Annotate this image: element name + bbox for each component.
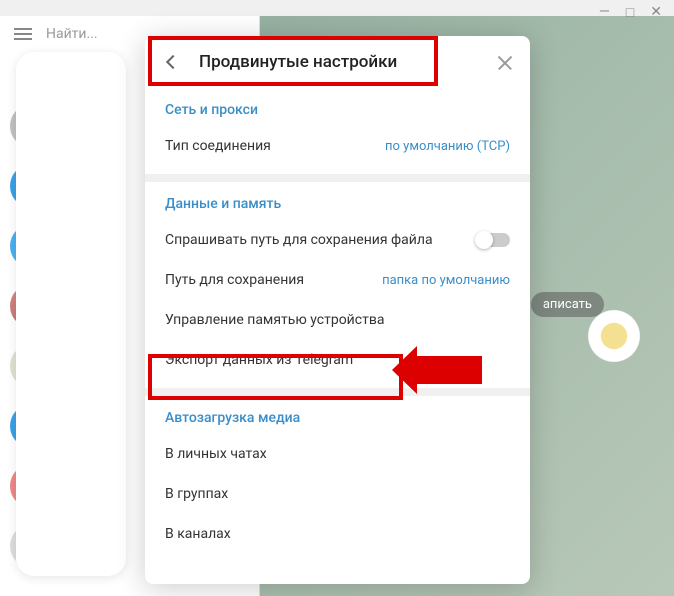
dialog-title: Продвинутые настройки (199, 52, 397, 72)
advanced-settings-dialog: Продвинутые настройки Сеть и прокси Тип … (145, 36, 530, 584)
overlay-card (16, 52, 126, 576)
section-data: Данные и память Спрашивать путь для сохр… (145, 182, 530, 396)
back-button[interactable] (163, 52, 183, 72)
setting-connection-type[interactable]: Тип соединения по умолчанию (TCP) (145, 126, 530, 166)
section-network: Сеть и прокси Тип соединения по умолчани… (145, 88, 530, 182)
section-title-network: Сеть и прокси (145, 88, 530, 126)
setting-label: Тип соединения (165, 138, 271, 154)
hamburger-menu-icon[interactable] (14, 28, 32, 40)
setting-label: В каналах (165, 526, 231, 542)
setting-label: В личных чатах (165, 446, 267, 462)
setting-value: папка по умолчанию (382, 273, 510, 288)
setting-save-path[interactable]: Путь для сохранения папка по умолчанию (145, 260, 530, 300)
setting-private-chats[interactable]: В личных чатах (145, 434, 530, 474)
setting-label: Путь для сохранения (165, 272, 304, 288)
setting-label: Спрашивать путь для сохранения файла (165, 232, 433, 248)
setting-value: по умолчанию (TCP) (385, 139, 510, 154)
setting-groups[interactable]: В группах (145, 474, 530, 514)
window-close[interactable]: ✕ (650, 4, 662, 21)
setting-label: Экспорт данных из Telegram (165, 352, 353, 368)
section-autoload: Автозагрузка медиа В личных чатах В груп… (145, 396, 530, 562)
setting-ask-path[interactable]: Спрашивать путь для сохранения файла (145, 220, 530, 260)
window-maximize[interactable]: □ (626, 4, 634, 21)
close-button[interactable] (496, 54, 514, 72)
back-arrow-icon (166, 55, 180, 69)
setting-memory-management[interactable]: Управление памятью устройства (145, 300, 530, 340)
setting-label: В группах (165, 486, 228, 502)
write-badge[interactable]: аписать (531, 292, 604, 317)
section-title-autoload: Автозагрузка медиа (145, 396, 530, 434)
setting-channels[interactable]: В каналах (145, 514, 530, 554)
setting-export-data[interactable]: Экспорт данных из Telegram (145, 340, 530, 380)
setting-label: Управление памятью устройства (165, 312, 384, 328)
window-minimize[interactable]: — (599, 4, 610, 21)
section-title-data: Данные и память (145, 182, 530, 220)
toggle-ask-path[interactable] (476, 233, 510, 247)
